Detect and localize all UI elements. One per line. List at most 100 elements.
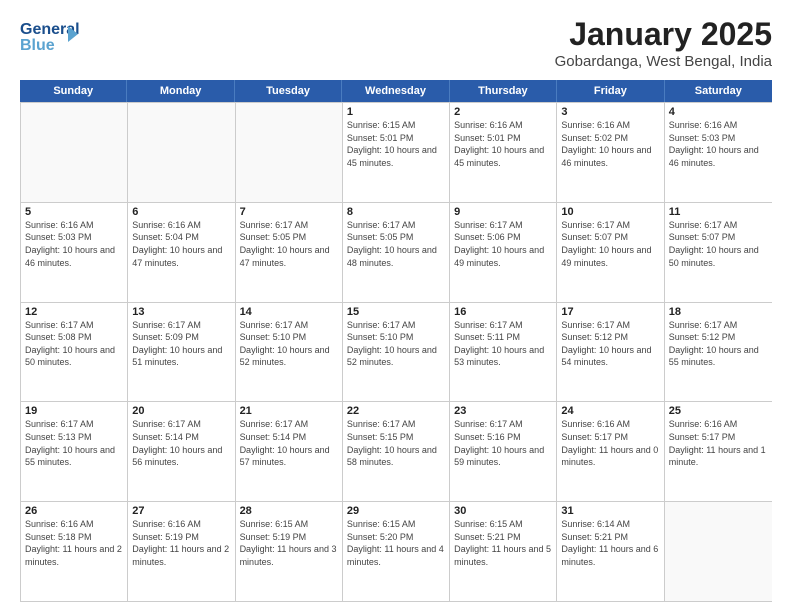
day-number-3: 3 [561,106,659,118]
day-number-23: 23 [454,405,552,417]
day-cell-31: 31Sunrise: 6:14 AMSunset: 5:21 PMDayligh… [557,502,664,601]
day-info-27: Sunrise: 6:16 AMSunset: 5:19 PMDaylight:… [132,518,230,568]
day-info-29: Sunrise: 6:15 AMSunset: 5:20 PMDaylight:… [347,518,445,568]
day-info-19: Sunrise: 6:17 AMSunset: 5:13 PMDaylight:… [25,418,123,468]
day-info-30: Sunrise: 6:15 AMSunset: 5:21 PMDaylight:… [454,518,552,568]
day-info-9: Sunrise: 6:17 AMSunset: 5:06 PMDaylight:… [454,219,552,269]
day-cell-25: 25Sunrise: 6:16 AMSunset: 5:17 PMDayligh… [665,402,772,501]
day-number-18: 18 [669,306,768,318]
day-number-22: 22 [347,405,445,417]
day-cell-11: 11Sunrise: 6:17 AMSunset: 5:07 PMDayligh… [665,203,772,302]
day-number-26: 26 [25,505,123,517]
day-info-4: Sunrise: 6:16 AMSunset: 5:03 PMDaylight:… [669,119,768,169]
day-number-21: 21 [240,405,338,417]
day-number-12: 12 [25,306,123,318]
day-cell-30: 30Sunrise: 6:15 AMSunset: 5:21 PMDayligh… [450,502,557,601]
day-cell-18: 18Sunrise: 6:17 AMSunset: 5:12 PMDayligh… [665,303,772,402]
day-info-16: Sunrise: 6:17 AMSunset: 5:11 PMDaylight:… [454,319,552,369]
day-info-3: Sunrise: 6:16 AMSunset: 5:02 PMDaylight:… [561,119,659,169]
day-info-14: Sunrise: 6:17 AMSunset: 5:10 PMDaylight:… [240,319,338,369]
day-number-2: 2 [454,106,552,118]
day-info-24: Sunrise: 6:16 AMSunset: 5:17 PMDaylight:… [561,418,659,468]
day-number-19: 19 [25,405,123,417]
day-cell-23: 23Sunrise: 6:17 AMSunset: 5:16 PMDayligh… [450,402,557,501]
day-info-31: Sunrise: 6:14 AMSunset: 5:21 PMDaylight:… [561,518,659,568]
day-info-1: Sunrise: 6:15 AMSunset: 5:01 PMDaylight:… [347,119,445,169]
day-number-10: 10 [561,206,659,218]
day-cell-28: 28Sunrise: 6:15 AMSunset: 5:19 PMDayligh… [236,502,343,601]
day-info-11: Sunrise: 6:17 AMSunset: 5:07 PMDaylight:… [669,219,768,269]
day-info-18: Sunrise: 6:17 AMSunset: 5:12 PMDaylight:… [669,319,768,369]
week-row-2: 12Sunrise: 6:17 AMSunset: 5:08 PMDayligh… [21,302,772,402]
day-cell-5: 5Sunrise: 6:16 AMSunset: 5:03 PMDaylight… [21,203,128,302]
day-number-30: 30 [454,505,552,517]
day-number-31: 31 [561,505,659,517]
day-number-17: 17 [561,306,659,318]
week-row-3: 19Sunrise: 6:17 AMSunset: 5:13 PMDayligh… [21,401,772,501]
header-thursday: Thursday [450,80,557,102]
day-info-20: Sunrise: 6:17 AMSunset: 5:14 PMDaylight:… [132,418,230,468]
day-info-26: Sunrise: 6:16 AMSunset: 5:18 PMDaylight:… [25,518,123,568]
svg-text:Blue: Blue [20,37,55,54]
day-cell-22: 22Sunrise: 6:17 AMSunset: 5:15 PMDayligh… [343,402,450,501]
calendar-title: January 2025 [555,16,772,53]
day-number-29: 29 [347,505,445,517]
day-info-28: Sunrise: 6:15 AMSunset: 5:19 PMDaylight:… [240,518,338,568]
day-cell-9: 9Sunrise: 6:17 AMSunset: 5:06 PMDaylight… [450,203,557,302]
day-cell-10: 10Sunrise: 6:17 AMSunset: 5:07 PMDayligh… [557,203,664,302]
day-cell-20: 20Sunrise: 6:17 AMSunset: 5:14 PMDayligh… [128,402,235,501]
day-cell-27: 27Sunrise: 6:16 AMSunset: 5:19 PMDayligh… [128,502,235,601]
day-info-17: Sunrise: 6:17 AMSunset: 5:12 PMDaylight:… [561,319,659,369]
header-sunday: Sunday [20,80,127,102]
day-number-27: 27 [132,505,230,517]
day-info-21: Sunrise: 6:17 AMSunset: 5:14 PMDaylight:… [240,418,338,468]
day-cell-19: 19Sunrise: 6:17 AMSunset: 5:13 PMDayligh… [21,402,128,501]
day-number-13: 13 [132,306,230,318]
day-cell-1: 1Sunrise: 6:15 AMSunset: 5:01 PMDaylight… [343,103,450,202]
logo-icon: General Blue [20,16,80,56]
day-cell-2: 2Sunrise: 6:16 AMSunset: 5:01 PMDaylight… [450,103,557,202]
day-number-14: 14 [240,306,338,318]
day-info-12: Sunrise: 6:17 AMSunset: 5:08 PMDaylight:… [25,319,123,369]
day-cell-29: 29Sunrise: 6:15 AMSunset: 5:20 PMDayligh… [343,502,450,601]
day-number-6: 6 [132,206,230,218]
header-friday: Friday [557,80,664,102]
day-info-15: Sunrise: 6:17 AMSunset: 5:10 PMDaylight:… [347,319,445,369]
day-number-15: 15 [347,306,445,318]
logo: General Blue [20,16,80,56]
day-info-25: Sunrise: 6:16 AMSunset: 5:17 PMDaylight:… [669,418,768,468]
day-number-8: 8 [347,206,445,218]
empty-cell-4-6 [665,502,772,601]
header-wednesday: Wednesday [342,80,449,102]
title-area: January 2025 Gobardanga, West Bengal, In… [555,16,772,70]
day-cell-3: 3Sunrise: 6:16 AMSunset: 5:02 PMDaylight… [557,103,664,202]
calendar-body: 1Sunrise: 6:15 AMSunset: 5:01 PMDaylight… [20,102,772,602]
day-info-7: Sunrise: 6:17 AMSunset: 5:05 PMDaylight:… [240,219,338,269]
day-cell-6: 6Sunrise: 6:16 AMSunset: 5:04 PMDaylight… [128,203,235,302]
day-cell-12: 12Sunrise: 6:17 AMSunset: 5:08 PMDayligh… [21,303,128,402]
day-cell-26: 26Sunrise: 6:16 AMSunset: 5:18 PMDayligh… [21,502,128,601]
day-info-10: Sunrise: 6:17 AMSunset: 5:07 PMDaylight:… [561,219,659,269]
day-info-5: Sunrise: 6:16 AMSunset: 5:03 PMDaylight:… [25,219,123,269]
day-cell-13: 13Sunrise: 6:17 AMSunset: 5:09 PMDayligh… [128,303,235,402]
week-row-1: 5Sunrise: 6:16 AMSunset: 5:03 PMDaylight… [21,202,772,302]
day-cell-15: 15Sunrise: 6:17 AMSunset: 5:10 PMDayligh… [343,303,450,402]
day-cell-14: 14Sunrise: 6:17 AMSunset: 5:10 PMDayligh… [236,303,343,402]
day-number-24: 24 [561,405,659,417]
day-info-6: Sunrise: 6:16 AMSunset: 5:04 PMDaylight:… [132,219,230,269]
header-saturday: Saturday [665,80,772,102]
day-cell-21: 21Sunrise: 6:17 AMSunset: 5:14 PMDayligh… [236,402,343,501]
day-number-28: 28 [240,505,338,517]
day-info-8: Sunrise: 6:17 AMSunset: 5:05 PMDaylight:… [347,219,445,269]
day-info-23: Sunrise: 6:17 AMSunset: 5:16 PMDaylight:… [454,418,552,468]
calendar-header: Sunday Monday Tuesday Wednesday Thursday… [20,80,772,102]
week-row-4: 26Sunrise: 6:16 AMSunset: 5:18 PMDayligh… [21,501,772,601]
day-number-1: 1 [347,106,445,118]
day-number-25: 25 [669,405,768,417]
day-info-22: Sunrise: 6:17 AMSunset: 5:15 PMDaylight:… [347,418,445,468]
day-cell-8: 8Sunrise: 6:17 AMSunset: 5:05 PMDaylight… [343,203,450,302]
calendar: Sunday Monday Tuesday Wednesday Thursday… [20,80,772,602]
header-tuesday: Tuesday [235,80,342,102]
week-row-0: 1Sunrise: 6:15 AMSunset: 5:01 PMDaylight… [21,102,772,202]
day-cell-4: 4Sunrise: 6:16 AMSunset: 5:03 PMDaylight… [665,103,772,202]
